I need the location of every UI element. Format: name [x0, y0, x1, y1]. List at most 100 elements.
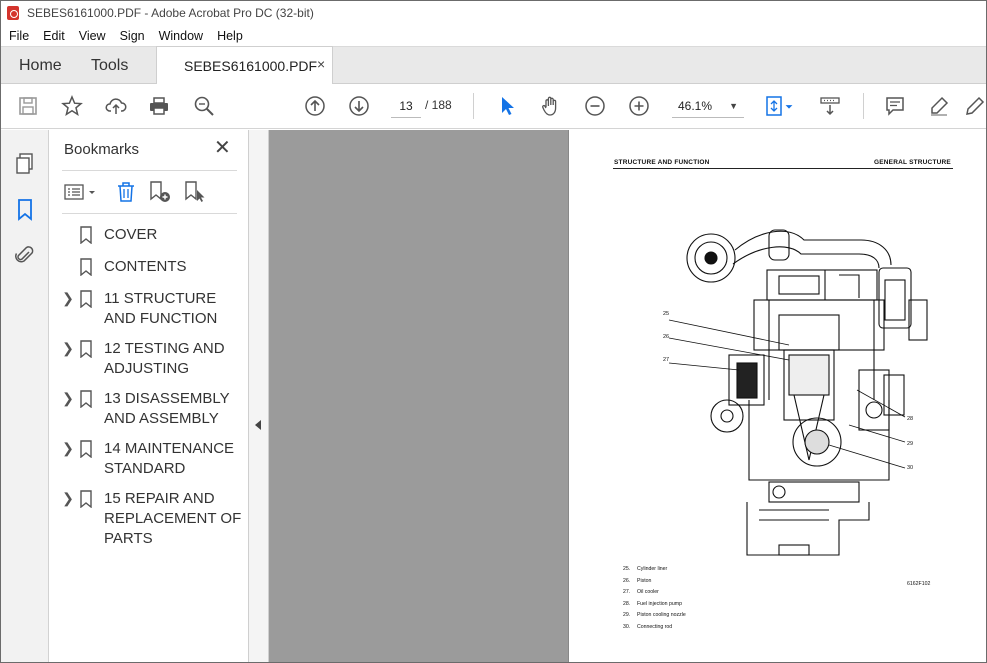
menu-bar: File Edit View Sign Window Help: [1, 25, 986, 46]
previous-page-icon[interactable]: [303, 94, 327, 118]
chevron-right-icon[interactable]: ❯: [59, 439, 77, 457]
zoom-in-icon[interactable]: [627, 94, 651, 118]
search-zoom-icon[interactable]: [192, 94, 216, 118]
panel-divider: [62, 213, 237, 214]
bookmark-icon: [80, 490, 92, 508]
acrobat-window: SEBES6161000.PDF - Adobe Acrobat Pro DC …: [0, 0, 987, 663]
bookmark-item[interactable]: COVER: [49, 225, 249, 245]
tab-tools[interactable]: Tools: [91, 57, 128, 75]
chevron-right-icon[interactable]: ❯: [59, 389, 77, 407]
chevron-right-icon[interactable]: ❯: [59, 339, 77, 357]
menu-view[interactable]: View: [71, 29, 112, 43]
document-tab-label: SEBES6161000.PDF: [184, 58, 318, 74]
bookmarks-panel-title: Bookmarks: [64, 141, 140, 158]
menu-file[interactable]: File: [1, 29, 35, 43]
scroll-mode-icon[interactable]: [818, 94, 842, 118]
collapse-panel-icon[interactable]: [255, 420, 261, 430]
chevron-down-icon: ▼: [729, 101, 738, 111]
panel-splitter[interactable]: [249, 130, 269, 662]
toolbar-divider: [863, 93, 864, 119]
bookmark-item[interactable]: ❯ 12 TESTING AND ADJUSTING: [49, 339, 249, 379]
fit-page-dropdown-icon[interactable]: [782, 94, 796, 118]
menu-edit[interactable]: Edit: [35, 29, 71, 43]
bookmark-icon: [80, 226, 92, 244]
zoom-value: 46.1%: [678, 99, 713, 113]
bookmark-item[interactable]: ❯ 14 MAINTENANCE STANDARD: [49, 439, 249, 479]
page-header-right: GENERAL STRUCTURE: [874, 159, 951, 166]
legend-row: 26. Piston: [623, 577, 652, 584]
bookmark-icon: [80, 440, 92, 458]
page-total-label: / 188: [425, 98, 452, 112]
bookmark-icon: [80, 390, 92, 408]
legend-row: 29. Piston cooling nozzle: [623, 612, 686, 618]
callout-label: 29: [907, 441, 914, 447]
print-icon[interactable]: [147, 94, 171, 118]
page-thumbnails-icon[interactable]: [14, 152, 36, 176]
close-tab-icon[interactable]: ×: [317, 56, 325, 72]
chevron-right-icon[interactable]: ❯: [59, 289, 77, 307]
bookmark-icon: [80, 290, 92, 308]
tab-home[interactable]: Home: [19, 57, 62, 75]
acrobat-app-icon: [7, 6, 19, 20]
legend-row: 30. Connecting rod: [623, 623, 673, 630]
draw-icon[interactable]: [963, 94, 986, 118]
zoom-out-icon[interactable]: [583, 94, 607, 118]
star-icon[interactable]: [60, 94, 84, 118]
bookmark-label: 13 DISASSEMBLY AND ASSEMBLY: [104, 390, 230, 427]
bookmark-options-button[interactable]: [63, 180, 99, 204]
menu-window[interactable]: Window: [151, 29, 209, 43]
delete-bookmark-icon[interactable]: [115, 180, 137, 204]
callout-label: 30: [907, 465, 914, 471]
figure-legend: 25. Cylinder liner 26. Piston 27. Oil coole…: [623, 566, 686, 635]
bookmark-item[interactable]: CONTENTS: [49, 257, 249, 277]
tab-document[interactable]: SEBES6161000.PDF ×: [156, 46, 333, 85]
chevron-right-icon[interactable]: ❯: [59, 489, 77, 507]
upload-icon[interactable]: [104, 94, 128, 118]
bookmark-item[interactable]: ❯ 15 REPAIR AND REPLACEMENT OF PARTS: [49, 489, 249, 549]
menu-help[interactable]: Help: [209, 29, 249, 43]
bookmark-label: CONTENTS: [104, 258, 187, 275]
document-view[interactable]: STRUCTURE AND FUNCTION GENERAL STRUCTURE: [269, 130, 986, 662]
bookmark-label: 15 REPAIR AND REPLACEMENT OF PARTS: [104, 490, 242, 547]
close-icon[interactable]: ✕: [214, 138, 231, 158]
bookmark-item[interactable]: ❯ 11 STRUCTURE AND FUNCTION: [49, 289, 249, 329]
callout-label: 28: [907, 416, 914, 422]
legend-row: 28. Fuel injection pump: [623, 600, 682, 607]
highlight-icon[interactable]: [927, 94, 951, 118]
menu-sign[interactable]: Sign: [112, 29, 151, 43]
legend-row: 27. Oil cooler: [623, 589, 659, 595]
callout-label: 25: [663, 311, 670, 317]
bookmarks-panel: Bookmarks ✕ COVER CONTENTS ❯ 11 STRUCTURE A…: [49, 130, 249, 662]
window-title: SEBES6161000.PDF - Adobe Acrobat Pro DC …: [27, 6, 314, 20]
bookmark-item[interactable]: ❯ 13 DISASSEMBLY AND ASSEMBLY: [49, 389, 249, 429]
bookmark-icon: [80, 340, 92, 358]
save-icon[interactable]: [16, 94, 40, 118]
main-toolbar: 13 / 188 46.1% ▼: [1, 84, 986, 129]
callout-label: 27: [663, 357, 670, 363]
page-number-input[interactable]: 13: [391, 94, 421, 118]
comment-icon[interactable]: [883, 94, 907, 118]
attachments-icon[interactable]: [14, 244, 36, 268]
select-arrow-icon[interactable]: [495, 94, 519, 118]
tab-bar: Home Tools SEBES6161000.PDF ×: [1, 46, 986, 85]
figure-code: 6162F102: [907, 581, 931, 587]
bookmarks-icon[interactable]: [14, 198, 36, 222]
bookmark-label: 12 TESTING AND ADJUSTING: [104, 340, 225, 377]
hand-icon[interactable]: [539, 94, 563, 118]
legend-row: 25. Cylinder liner: [623, 566, 668, 572]
callout-label: 26: [663, 334, 670, 340]
pdf-page: STRUCTURE AND FUNCTION GENERAL STRUCTURE: [568, 130, 986, 662]
bookmark-label: 11 STRUCTURE AND FUNCTION: [104, 290, 218, 327]
find-bookmark-icon[interactable]: [183, 180, 207, 204]
bookmark-label: 14 MAINTENANCE STANDARD: [104, 440, 235, 477]
zoom-level-select[interactable]: 46.1% ▼: [672, 94, 744, 118]
new-bookmark-icon[interactable]: [148, 180, 172, 204]
toolbar-divider: [473, 93, 474, 119]
title-bar: SEBES6161000.PDF - Adobe Acrobat Pro DC …: [1, 1, 986, 25]
page-header-left: STRUCTURE AND FUNCTION: [614, 159, 710, 166]
page-header-rule: [613, 168, 953, 169]
bookmark-icon: [80, 258, 92, 276]
next-page-icon[interactable]: [347, 94, 371, 118]
